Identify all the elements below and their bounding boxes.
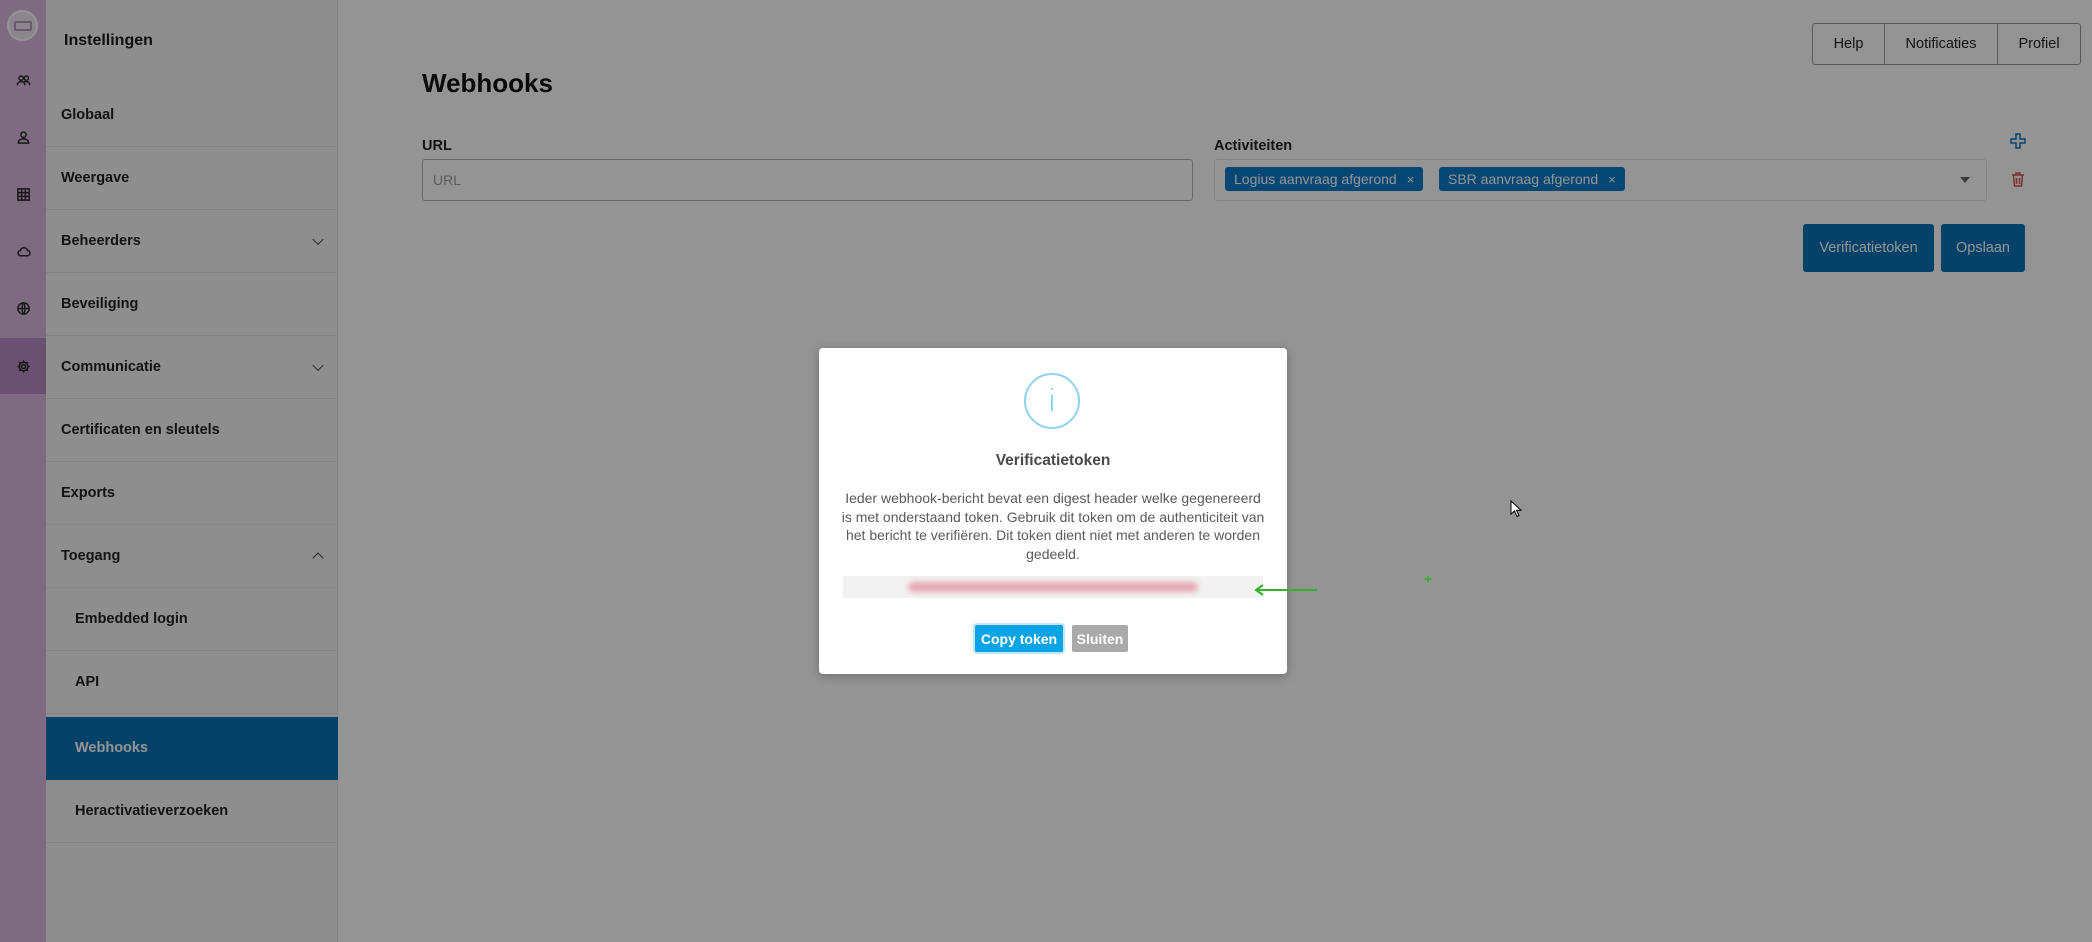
copy-token-button[interactable]: Copy token	[975, 625, 1063, 652]
token-field[interactable]	[843, 576, 1263, 598]
annotation-arrow-icon	[1254, 584, 1317, 596]
info-icon: i	[1024, 373, 1080, 429]
dialog-text: Ieder webhook-bericht bevat een digest h…	[841, 490, 1265, 562]
mouse-cursor-icon	[1510, 500, 1523, 518]
close-button[interactable]: Sluiten	[1072, 625, 1128, 652]
annotation-plus-icon: +	[1424, 571, 1433, 587]
redacted-token	[908, 582, 1198, 592]
verification-token-dialog: i Verificatietoken Ieder webhook-bericht…	[819, 348, 1287, 674]
dialog-title: Verificatietoken	[995, 452, 1111, 469]
